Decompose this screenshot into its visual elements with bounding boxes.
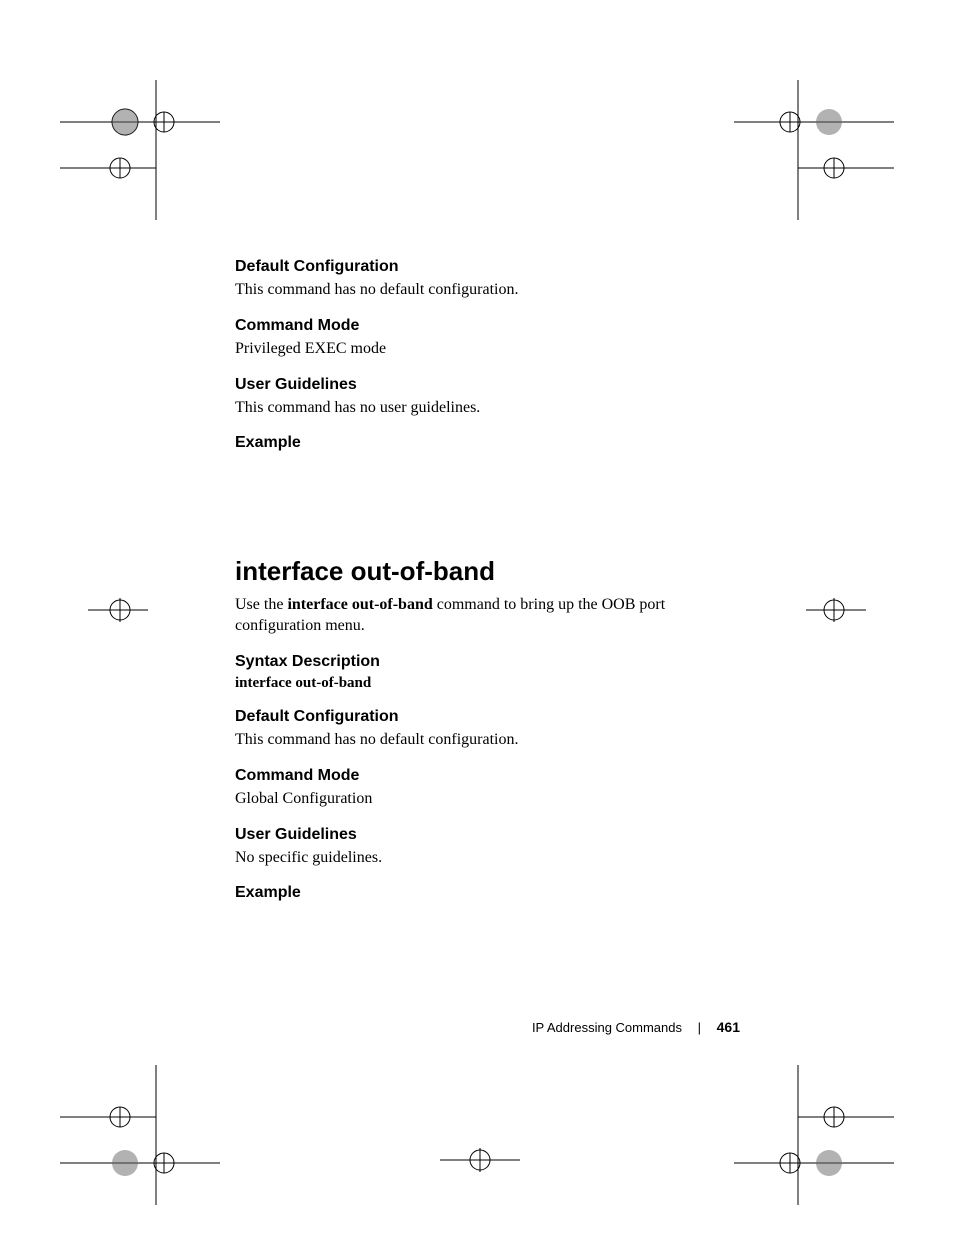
crop-mark-mid-left bbox=[88, 590, 148, 630]
crop-mark-bottom-left bbox=[60, 1065, 220, 1205]
body-default-config-2: This command has no default configuratio… bbox=[235, 730, 745, 751]
body-default-config-1: This command has no default configuratio… bbox=[235, 280, 745, 301]
crop-mark-mid-right bbox=[806, 590, 866, 630]
section-intro: Use the interface out-of-band command to… bbox=[235, 595, 745, 637]
crop-mark-top-right bbox=[734, 80, 894, 220]
heading-command-mode-1: Command Mode bbox=[235, 317, 745, 335]
crop-mark-bottom-right bbox=[734, 1065, 894, 1205]
body-command-mode-2: Global Configuration bbox=[235, 789, 745, 810]
heading-syntax: Syntax Description bbox=[235, 653, 745, 671]
heading-command-mode-2: Command Mode bbox=[235, 767, 745, 785]
heading-example-2: Example bbox=[235, 884, 745, 902]
crop-mark-bottom-center bbox=[440, 1140, 520, 1180]
heading-example-1: Example bbox=[235, 434, 745, 452]
section-title: interface out-of-band bbox=[235, 556, 745, 587]
heading-default-config-1: Default Configuration bbox=[235, 258, 745, 276]
body-user-guidelines-1: This command has no user guidelines. bbox=[235, 398, 745, 419]
footer-separator: | bbox=[698, 1020, 701, 1035]
intro-pre: Use the bbox=[235, 596, 287, 613]
heading-user-guidelines-1: User Guidelines bbox=[235, 376, 745, 394]
footer-chapter: IP Addressing Commands bbox=[532, 1020, 682, 1035]
crop-mark-top-left bbox=[60, 80, 220, 220]
page-content: Default Configuration This command has n… bbox=[235, 258, 745, 906]
intro-bold: interface out-of-band bbox=[287, 596, 432, 613]
body-command-mode-1: Privileged EXEC mode bbox=[235, 339, 745, 360]
syntax-line: interface out-of-band bbox=[235, 675, 745, 692]
heading-user-guidelines-2: User Guidelines bbox=[235, 826, 745, 844]
body-user-guidelines-2: No specific guidelines. bbox=[235, 848, 745, 869]
footer-page-number: 461 bbox=[717, 1019, 740, 1035]
heading-default-config-2: Default Configuration bbox=[235, 708, 745, 726]
page-footer: IP Addressing Commands | 461 bbox=[0, 1019, 740, 1035]
